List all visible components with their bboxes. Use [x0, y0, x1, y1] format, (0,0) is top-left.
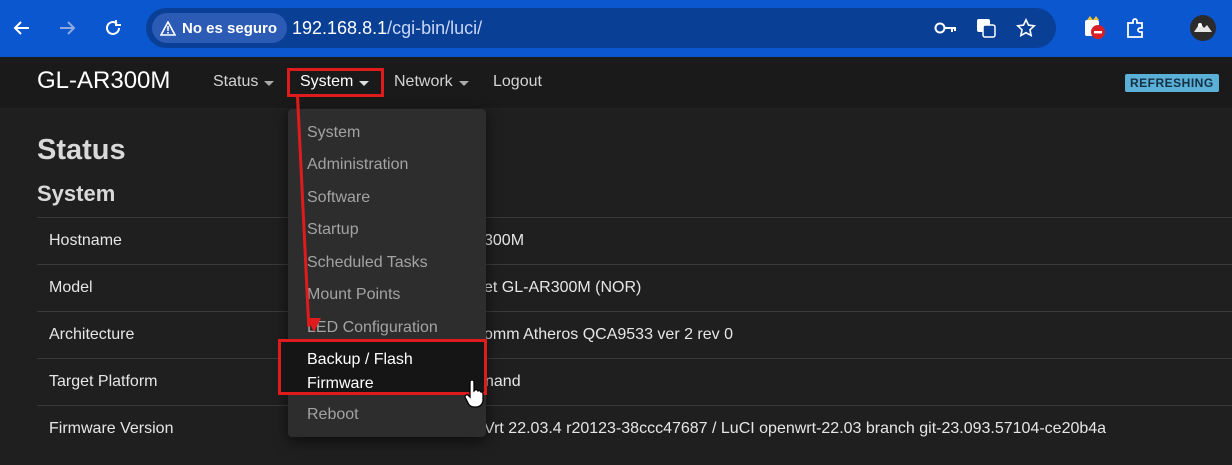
arrow-head-icon [307, 318, 321, 332]
url-text[interactable]: 192.168.8.1/cgi-bin/luci/ [292, 18, 482, 39]
row-value: nand [485, 373, 521, 390]
luci-page: GL-AR300M Status System Network Logout R… [0, 57, 1232, 465]
table-row: Model et GL-AR300M (NOR) [37, 264, 1232, 311]
row-value: Vrt 22.03.4 r20123-38ccc47687 / LuCI ope… [484, 420, 1107, 437]
highlight-system-menu [287, 68, 384, 97]
star-icon[interactable] [1014, 16, 1038, 40]
row-key: Target Platform [49, 373, 158, 390]
page-title: Status [37, 134, 126, 166]
table-row: Firmware Version Vrt 22.03.4 r20123-38cc… [37, 405, 1232, 452]
dropdown-item-system[interactable]: System [307, 124, 360, 142]
warning-icon [160, 20, 176, 36]
browser-toolbar: No es seguro 192.168.8.1/cgi-bin/luci/ [0, 0, 1232, 57]
row-key: Firmware Version [49, 420, 174, 437]
profile-avatar-icon[interactable] [1187, 12, 1219, 44]
row-key: Architecture [49, 326, 135, 343]
key-icon[interactable] [934, 16, 958, 40]
row-value: 300M [484, 232, 525, 249]
dropdown-item-software[interactable]: Software [307, 189, 370, 207]
reload-icon[interactable] [97, 12, 129, 44]
table-row: Architecture omm Atheros QCA9533 ver 2 r… [37, 311, 1232, 358]
menu-status[interactable]: Status [213, 73, 275, 91]
address-bar[interactable]: No es seguro 192.168.8.1/cgi-bin/luci/ [146, 8, 1056, 48]
row-value: et GL-AR300M (NOR) [484, 279, 642, 296]
section-title: System [37, 181, 116, 206]
dropdown-item-scheduled-tasks[interactable]: Scheduled Tasks [307, 254, 428, 272]
forward-icon[interactable] [51, 12, 83, 44]
chevron-down-icon [264, 80, 275, 86]
status-table: Hostname 300M Model et GL-AR300M (NOR) A… [37, 217, 1232, 452]
refreshing-badge[interactable]: REFRESHING [1125, 74, 1219, 92]
router-brand[interactable]: GL-AR300M [37, 67, 170, 95]
dropdown-item-administration[interactable]: Administration [307, 156, 408, 174]
security-label: No es seguro [182, 19, 278, 37]
menu-logout[interactable]: Logout [493, 73, 542, 91]
dropdown-item-mount-points[interactable]: Mount Points [307, 286, 400, 304]
row-key: Model [49, 279, 93, 296]
extension-blocker-icon[interactable] [1079, 12, 1111, 44]
security-indicator[interactable]: No es seguro [152, 13, 288, 43]
top-nav: GL-AR300M Status System Network Logout R… [0, 57, 1232, 109]
translate-icon[interactable] [974, 16, 998, 40]
row-key: Hostname [49, 232, 122, 249]
dropdown-item-startup[interactable]: Startup [307, 221, 359, 239]
table-row: Hostname 300M [37, 217, 1232, 264]
dropdown-item-led-configuration[interactable]: LED Configuration [307, 319, 438, 337]
table-row: Target Platform nand [37, 358, 1232, 405]
extensions-puzzle-icon[interactable] [1119, 12, 1151, 44]
highlight-backup-flash [278, 339, 487, 395]
back-icon[interactable] [6, 12, 38, 44]
menu-network[interactable]: Network [394, 73, 469, 91]
dropdown-item-reboot[interactable]: Reboot [307, 406, 359, 424]
chevron-down-icon [458, 80, 469, 86]
hand-cursor-icon [464, 379, 484, 408]
row-value: omm Atheros QCA9533 ver 2 rev 0 [484, 326, 733, 343]
